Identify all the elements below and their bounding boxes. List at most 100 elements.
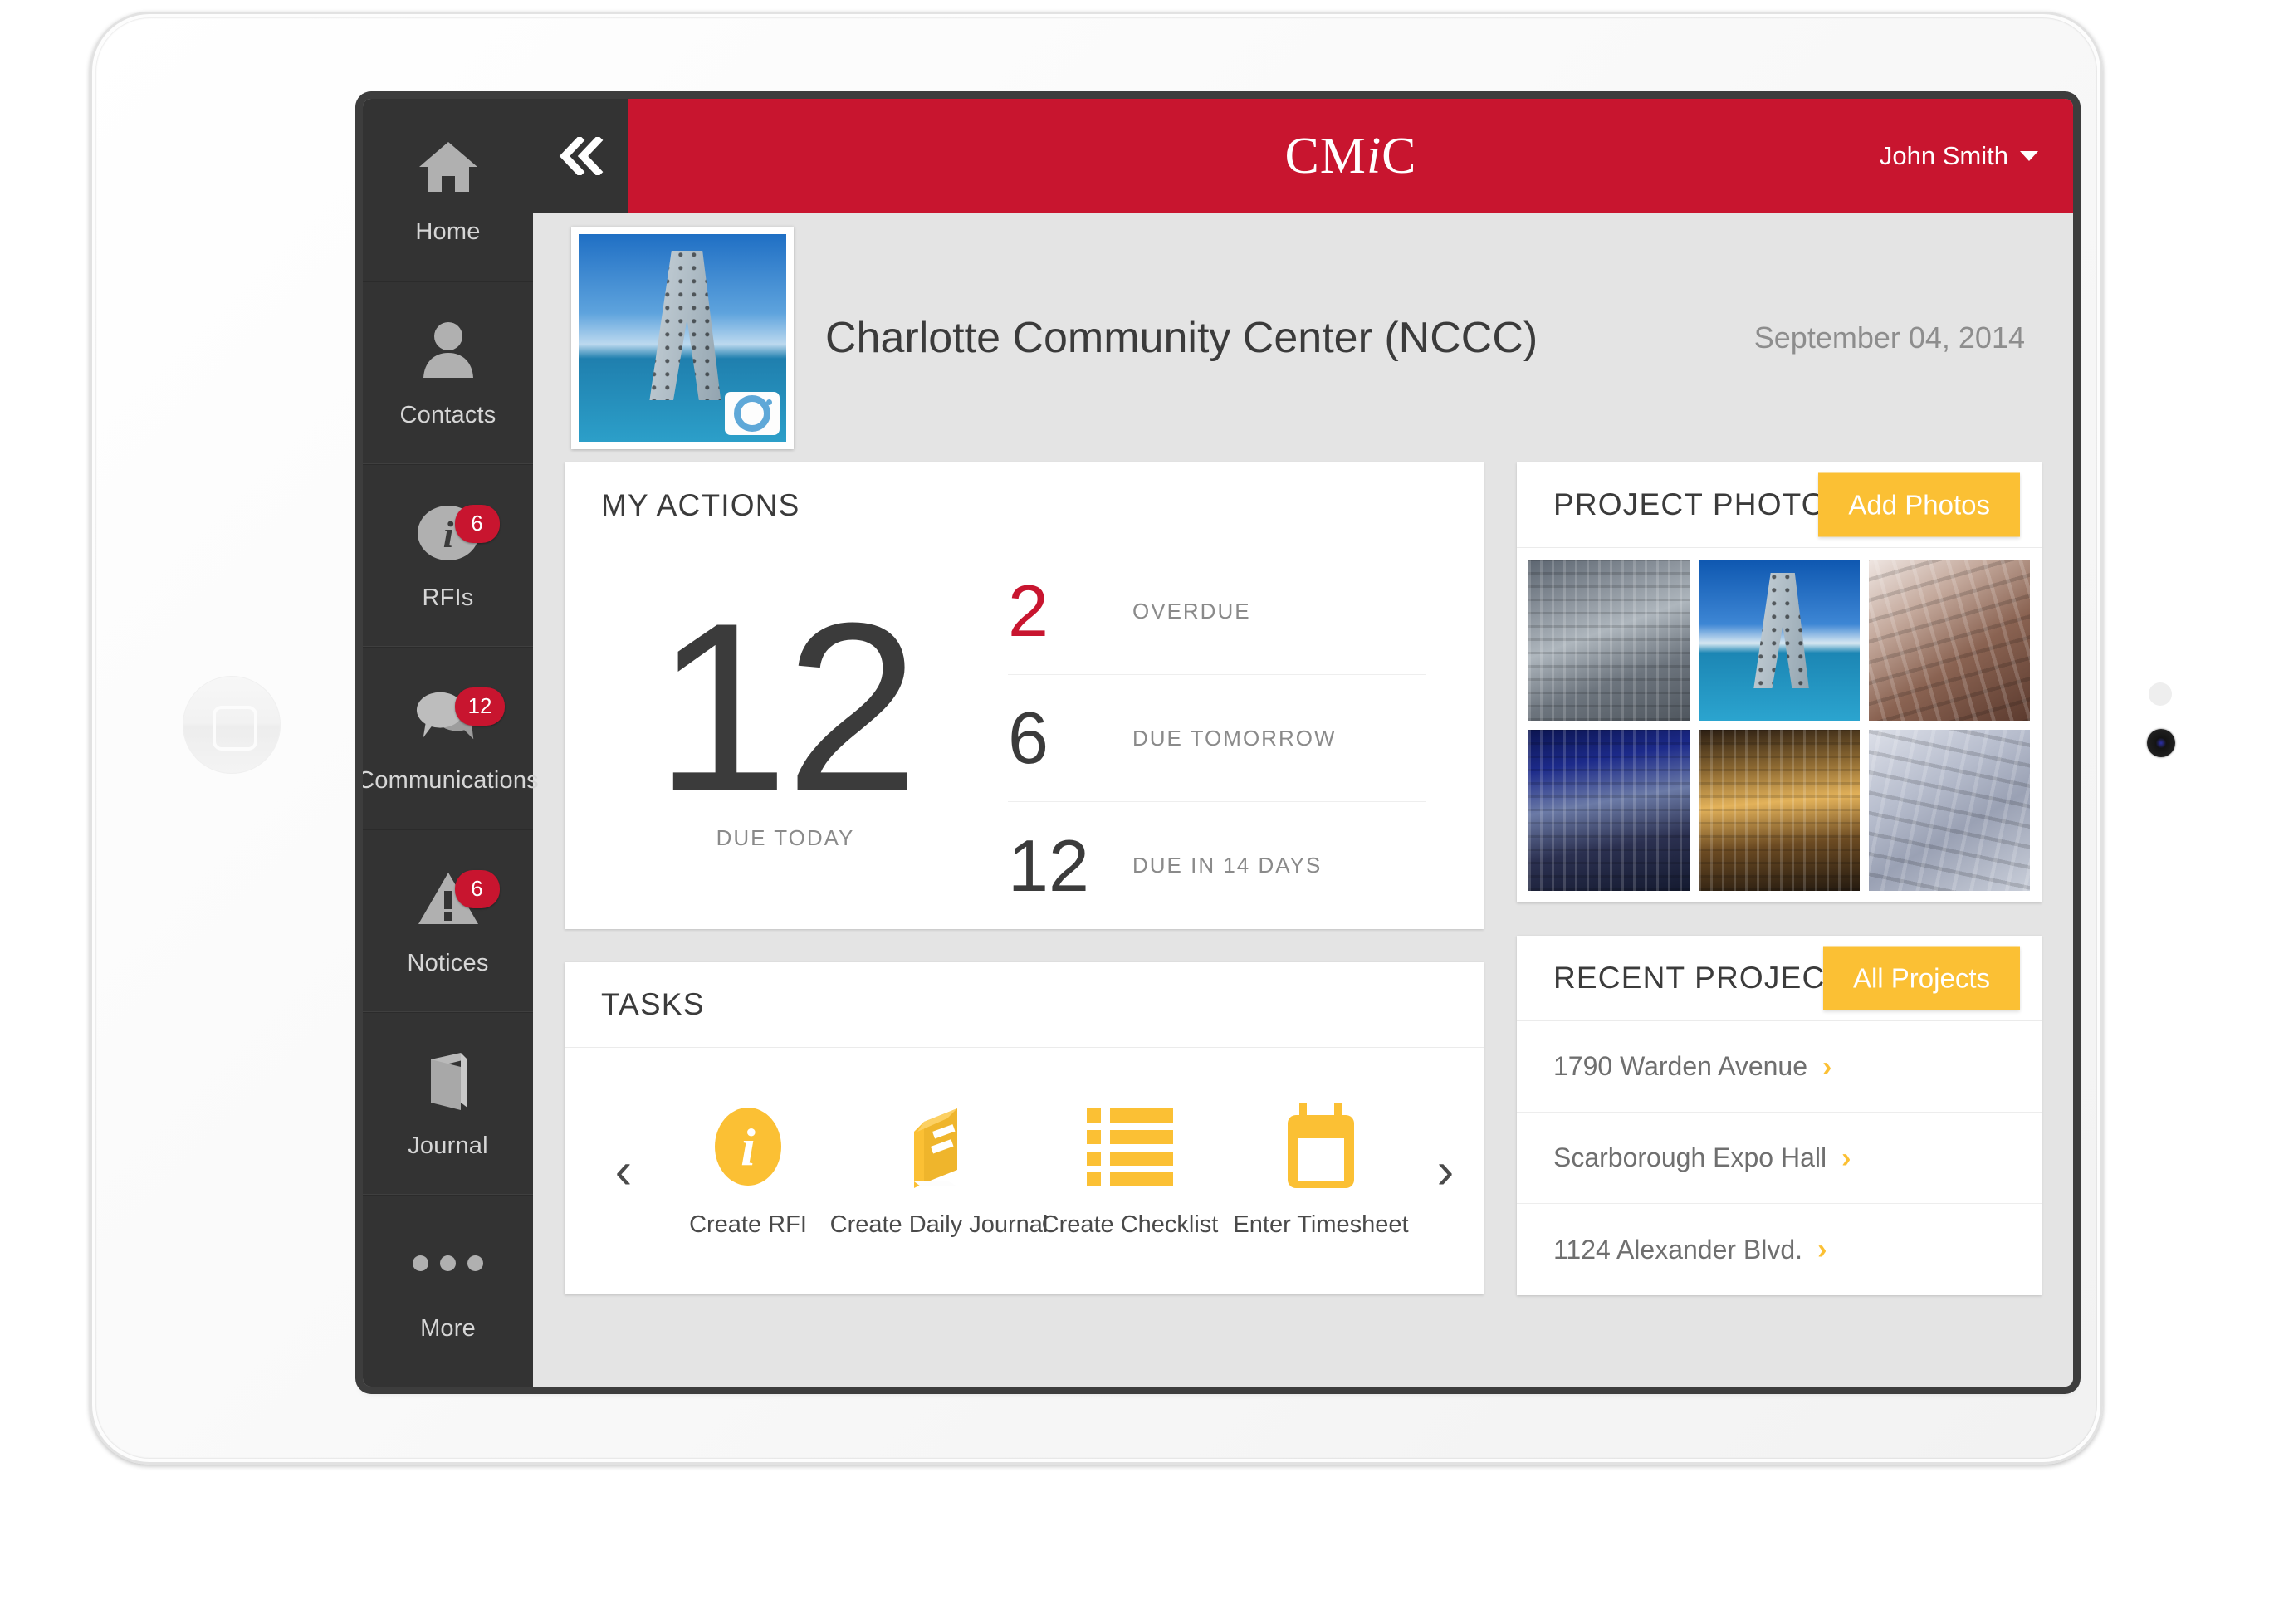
chevron-right-icon: › — [1822, 1050, 1832, 1083]
tasks-header: TASKS — [565, 962, 1484, 1048]
device-home-button[interactable] — [183, 676, 281, 774]
app-topbar: CMiC John Smith — [533, 99, 2073, 213]
sidebar-item-home[interactable]: Home — [363, 99, 533, 281]
task-label: Create Daily Journal — [829, 1211, 1049, 1238]
sidebar-item-contacts[interactable]: Contacts — [363, 281, 533, 464]
my-actions-card: MY ACTIONS 12 DUE TODAY 2 OVERDUE 6 DUE … — [565, 462, 1484, 929]
sidebar-item-label: RFIs — [422, 584, 474, 611]
list-item[interactable]: Scarborough Expo Hall › — [1517, 1113, 2042, 1204]
sidebar-badge-communications: 12 — [454, 687, 506, 726]
user-menu-button[interactable]: John Smith — [1880, 141, 2038, 171]
dashboard-content: Charlotte Community Center (NCCC) Septem… — [533, 213, 2073, 1387]
stat-label: OVERDUE — [1132, 598, 1251, 624]
project-date: September 04, 2014 — [1753, 320, 2025, 355]
stat-row-due-tomorrow[interactable]: 6 DUE TOMORROW — [1008, 675, 1426, 802]
ambient-light-sensor — [2149, 682, 2172, 706]
recent-projects-header: RECENT PROJECTS All Projects — [1517, 936, 2042, 1021]
task-create-checklist[interactable]: Create Checklist — [1034, 1103, 1225, 1239]
tablet-device: Home Contacts 6 i RFIs 12 Communications… — [90, 12, 2175, 1465]
due-today-stat[interactable]: 12 DUE TODAY — [603, 548, 968, 929]
svg-text:i: i — [741, 1118, 756, 1176]
task-create-rfi[interactable]: i Create RFI — [653, 1103, 844, 1239]
calendar-icon — [1283, 1103, 1359, 1190]
logo-part-c: C — [1382, 127, 1417, 184]
tasks-next-button[interactable]: › — [1416, 1145, 1474, 1197]
due-today-value: 12 — [654, 573, 920, 843]
add-photos-button[interactable]: Add Photos — [1818, 472, 2020, 537]
task-label: Enter Timesheet — [1233, 1211, 1409, 1238]
chevron-right-icon: › — [1841, 1142, 1851, 1174]
page-title: Charlotte Community Center (NCCC) — [825, 314, 1538, 362]
camera-icon[interactable] — [725, 392, 780, 435]
project-photos-grid — [1517, 548, 2042, 902]
caret-down-icon — [2020, 151, 2038, 161]
checklist-icon — [1087, 1103, 1173, 1190]
tasks-list: i Create RFI Create Daily Journal Create… — [653, 1103, 1416, 1239]
sidebar-item-more[interactable]: More — [363, 1195, 533, 1377]
card-title: TASKS — [601, 987, 705, 1021]
project-name: 1124 Alexander Blvd. — [1553, 1234, 1803, 1264]
tasks-prev-button[interactable]: ‹ — [594, 1145, 653, 1197]
card-title: PROJECT PHOTOS — [1553, 487, 1848, 521]
arch-tower-shape — [649, 251, 721, 400]
logo-part-i: i — [1366, 127, 1382, 184]
card-title: RECENT PROJECTS — [1553, 961, 1867, 995]
user-name-label: John Smith — [1879, 141, 2008, 170]
logo-part-cm: CM — [1284, 127, 1367, 184]
sidebar-item-label: Communications — [363, 766, 539, 794]
stat-label: DUE TOMORROW — [1132, 725, 1337, 751]
sidebar-item-label: Notices — [407, 949, 489, 976]
task-label: Create RFI — [689, 1211, 807, 1238]
task-enter-timesheet[interactable]: Enter Timesheet — [1225, 1103, 1416, 1239]
svg-text:i: i — [443, 513, 453, 555]
stat-row-due-14-days[interactable]: 12 DUE IN 14 DAYS — [1008, 802, 1426, 929]
sidebar-item-label: Home — [415, 218, 481, 245]
all-projects-button[interactable]: All Projects — [1822, 946, 2020, 1010]
stat-label: DUE IN 14 DAYS — [1132, 853, 1323, 878]
sidebar-item-rfis[interactable]: 6 i RFIs — [363, 464, 533, 647]
dashboard-left-column: MY ACTIONS 12 DUE TODAY 2 OVERDUE 6 DUE … — [565, 462, 1484, 1328]
sidebar-collapse-button[interactable] — [533, 99, 628, 213]
ellipsis-icon — [413, 1230, 483, 1297]
due-today-label: DUE TODAY — [716, 824, 855, 850]
sidebar-item-label: Journal — [408, 1132, 488, 1159]
sidebar-item-communications[interactable]: 12 Communications — [363, 647, 539, 829]
task-label: Create Checklist — [1041, 1211, 1219, 1238]
project-photo-item[interactable] — [1869, 560, 2030, 721]
dashboard-grid: MY ACTIONS 12 DUE TODAY 2 OVERDUE 6 DUE … — [565, 462, 2042, 1328]
project-photo-item[interactable] — [1869, 730, 2030, 891]
person-icon — [415, 317, 482, 384]
sidebar-item-label: Contacts — [399, 401, 496, 428]
stat-value: 6 — [1008, 697, 1049, 779]
project-photos-header: PROJECT PHOTOS Add Photos — [1517, 462, 2042, 548]
book-icon — [899, 1103, 979, 1190]
card-title: MY ACTIONS — [601, 487, 800, 522]
sidebar-badge-notices: 6 — [454, 870, 500, 908]
project-thumbnail-button[interactable] — [571, 227, 794, 449]
sidebar-item-notices[interactable]: 6 Notices — [363, 829, 533, 1012]
tasks-card: TASKS ‹ i Create RFI Create Daily Journa… — [565, 962, 1484, 1294]
list-item[interactable]: 1790 Warden Avenue › — [1517, 1021, 2042, 1113]
project-photo-item[interactable] — [1699, 730, 1860, 891]
task-create-daily-journal[interactable]: Create Daily Journal — [830, 1103, 1048, 1239]
stat-row-overdue[interactable]: 2 OVERDUE — [1008, 548, 1426, 675]
project-header: Charlotte Community Center (NCCC) Septem… — [565, 213, 2042, 462]
tasks-body: ‹ i Create RFI Create Daily Journal Crea… — [565, 1048, 1484, 1294]
project-name: 1790 Warden Avenue — [1553, 1051, 1808, 1081]
dashboard-right-column: PROJECT PHOTOS Add Photos RECENT PROJECT… — [1517, 462, 2042, 1328]
project-photos-card: PROJECT PHOTOS Add Photos — [1517, 462, 2042, 902]
project-photo-item[interactable] — [1528, 730, 1690, 891]
stat-value: 2 — [1008, 570, 1049, 652]
sidebar-item-journal[interactable]: Journal — [363, 1012, 533, 1195]
project-photo-item[interactable] — [1699, 560, 1860, 721]
my-actions-body: 12 DUE TODAY 2 OVERDUE 6 DUE TOMORROW 12… — [565, 548, 1484, 929]
action-stat-rows: 2 OVERDUE 6 DUE TOMORROW 12 DUE IN 14 DA… — [968, 548, 1445, 929]
front-camera-icon — [2147, 729, 2175, 757]
stat-value: 12 — [1008, 824, 1089, 907]
sidebar-nav: Home Contacts 6 i RFIs 12 Communications… — [363, 99, 539, 1387]
project-name: Scarborough Expo Hall — [1553, 1142, 1827, 1172]
list-item[interactable]: 1124 Alexander Blvd. › — [1517, 1204, 2042, 1295]
recent-projects-card: RECENT PROJECTS All Projects 1790 Warden… — [1517, 936, 2042, 1295]
project-photo-item[interactable] — [1528, 560, 1690, 721]
cmic-logo: CMiC — [1284, 127, 1416, 186]
